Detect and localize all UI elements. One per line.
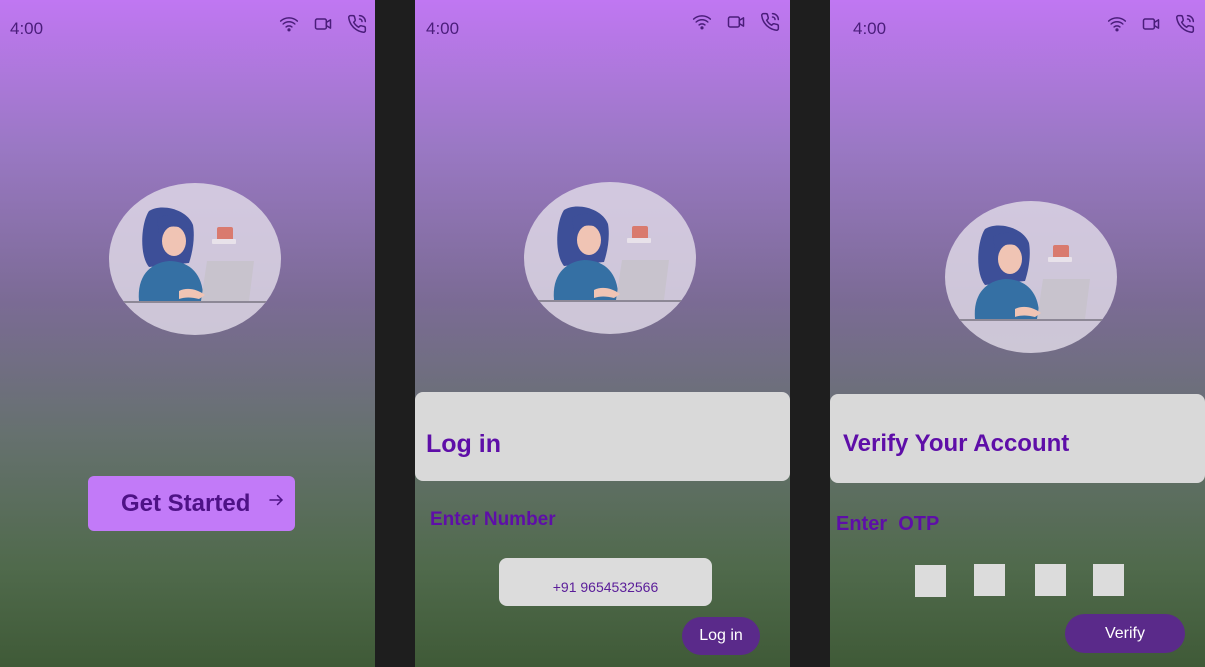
verify-button[interactable]: Verify [1065, 614, 1185, 653]
status-time: 4:00 [853, 19, 887, 38]
status-time: 4:00 [426, 19, 460, 38]
login-button[interactable]: Log in [682, 617, 760, 655]
get-started-label: Get Started [121, 489, 251, 517]
status-icons [279, 14, 367, 34]
login-button-label: Log in [699, 627, 743, 644]
woman-laptop-illustration [955, 225, 1107, 321]
otp-digit-1[interactable] [915, 565, 946, 597]
status-icons [1107, 14, 1195, 34]
video-icon [1142, 18, 1160, 30]
arrow-right-icon [269, 494, 284, 506]
wifi-icon [279, 17, 299, 32]
get-started-button[interactable]: Get Started [88, 476, 295, 531]
verify-header-panel: Verify Your Account [830, 394, 1205, 483]
otp-digit-3[interactable] [1035, 564, 1066, 596]
login-header-panel: Log in [415, 392, 790, 481]
welcome-screen: 4:00 Get Started [0, 0, 375, 667]
woman-laptop-illustration [534, 206, 686, 302]
illustration-avatar [945, 201, 1117, 353]
video-icon [727, 16, 745, 28]
status-time: 4:00 [10, 19, 44, 38]
video-icon [314, 18, 332, 30]
verify-screen: 4:00 Verify Your Account Enter OTP Verif… [830, 0, 1205, 667]
verify-button-label: Verify [1104, 624, 1145, 642]
otp-digit-2[interactable] [974, 564, 1005, 596]
phone-call-icon [1176, 14, 1195, 33]
page-title: Verify Your Account [843, 430, 1070, 457]
page-title: Log in [426, 430, 501, 458]
phone-call-icon [348, 14, 367, 33]
status-icons [692, 12, 780, 32]
enter-otp-label: Enter OTP [836, 513, 940, 535]
enter-number-label: Enter Number [430, 509, 556, 530]
otp-digit-4[interactable] [1093, 564, 1124, 596]
wifi-icon [1107, 17, 1127, 32]
woman-laptop-illustration [119, 207, 271, 303]
phone-call-icon [761, 12, 780, 31]
wifi-icon [692, 15, 712, 30]
phone-number-input[interactable] [499, 558, 712, 606]
illustration-avatar [109, 183, 281, 335]
illustration-avatar [524, 182, 696, 334]
login-screen: 4:00 Log in Enter Number Log in [415, 0, 790, 667]
